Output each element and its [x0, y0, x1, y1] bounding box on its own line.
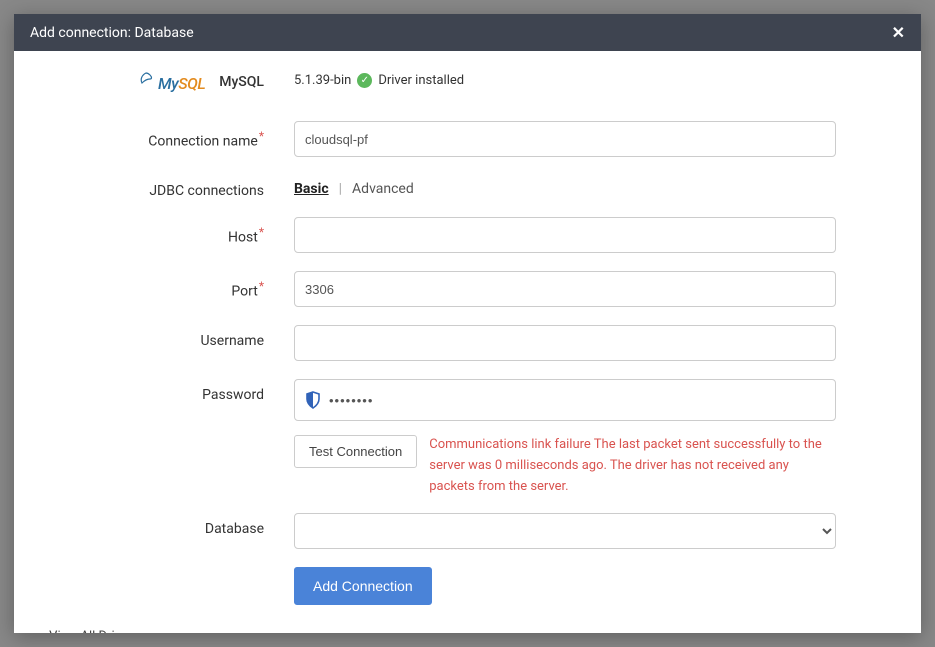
port-row: Port*: [34, 271, 881, 307]
modal-header: Add connection: Database ✕: [14, 14, 921, 51]
connection-name-input[interactable]: [294, 121, 836, 157]
tab-basic[interactable]: Basic: [294, 181, 329, 197]
username-row: Username: [34, 325, 881, 361]
view-all-drivers-label: View All Drivers: [49, 629, 139, 633]
password-input[interactable]: [329, 393, 825, 408]
tab-advanced[interactable]: Advanced: [352, 181, 414, 197]
required-mark: *: [259, 225, 264, 239]
test-connection-row: Test Connection Communications link fail…: [34, 435, 881, 497]
shield-icon: [305, 391, 321, 409]
driver-status: Driver installed: [378, 73, 464, 88]
submit-row: Add Connection: [34, 567, 881, 605]
host-row: Host*: [34, 217, 881, 253]
connection-error-message: Communications link failure The last pac…: [429, 435, 836, 497]
chevron-left-icon: «: [40, 630, 45, 633]
username-input[interactable]: [294, 325, 836, 361]
port-input[interactable]: [294, 271, 836, 307]
connection-name-row: Connection name*: [34, 121, 881, 157]
add-connection-button[interactable]: Add Connection: [294, 567, 432, 605]
close-icon[interactable]: ✕: [892, 23, 905, 42]
required-mark: *: [259, 279, 264, 293]
add-connection-modal: Add connection: Database ✕ MySQL MySQL 5…: [14, 14, 921, 633]
password-field-wrap: [294, 379, 836, 421]
host-input[interactable]: [294, 217, 836, 253]
database-select[interactable]: [294, 513, 836, 549]
driver-name: MySQL: [219, 74, 264, 90]
connection-name-label: Connection name: [148, 134, 258, 150]
username-label: Username: [200, 333, 264, 349]
jdbc-tabs-row: JDBC connections Basic | Advanced: [34, 175, 881, 199]
required-mark: *: [259, 129, 264, 143]
driver-version: 5.1.39-bin: [294, 73, 351, 88]
mysql-logo-icon: MySQL: [132, 71, 205, 93]
driver-row: MySQL MySQL 5.1.39-bin ✓ Driver installe…: [34, 71, 881, 93]
check-icon: ✓: [357, 73, 372, 88]
test-connection-button[interactable]: Test Connection: [294, 435, 417, 468]
tab-separator: |: [339, 181, 342, 197]
host-label: Host: [228, 230, 258, 246]
password-row: Password: [34, 379, 881, 421]
password-label: Password: [202, 387, 264, 403]
jdbc-connections-label: JDBC connections: [149, 183, 264, 199]
port-label: Port: [231, 284, 257, 300]
database-label: Database: [205, 521, 264, 537]
database-row: Database: [34, 513, 881, 549]
modal-title: Add connection: Database: [30, 25, 194, 41]
modal-body: MySQL MySQL 5.1.39-bin ✓ Driver installe…: [14, 51, 921, 633]
view-all-drivers-link[interactable]: « View All Drivers: [34, 629, 881, 633]
